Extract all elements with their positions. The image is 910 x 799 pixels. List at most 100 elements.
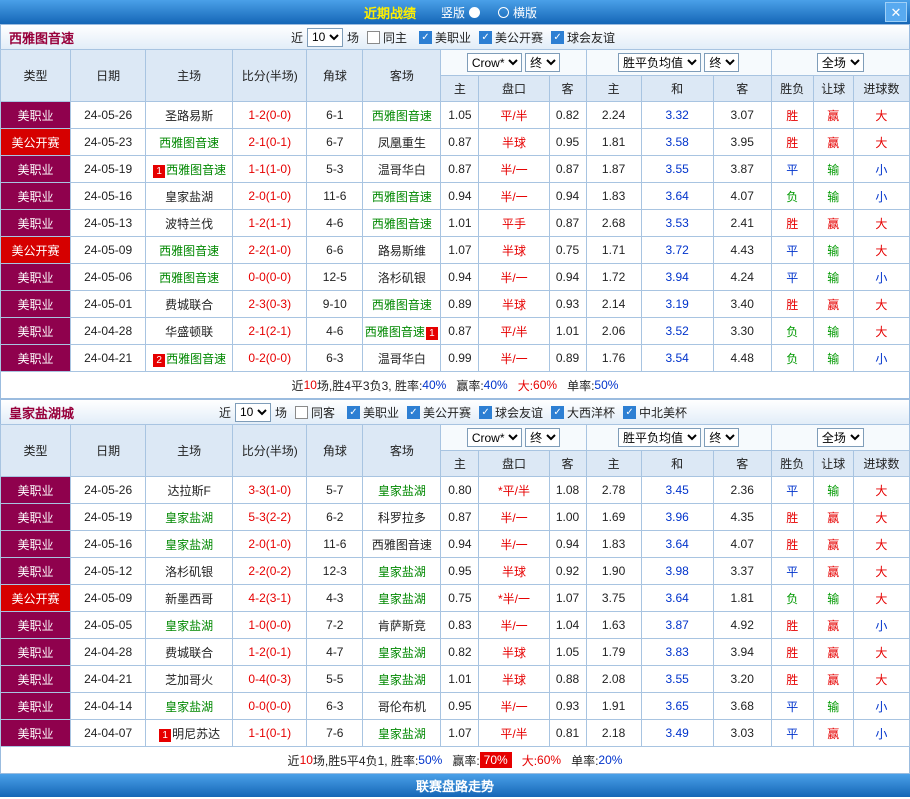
score-link[interactable]: 0-0(0-0)	[232, 692, 308, 720]
team-name-link[interactable]: 西雅图音速	[365, 325, 425, 339]
team-name-link[interactable]: 皇家盐湖	[165, 619, 213, 633]
league-filter-checkbox[interactable]: ✓ 美职业	[346, 404, 399, 421]
odds-company-select[interactable]: Crow*	[466, 53, 522, 72]
col-header-score: 比分(半场)	[232, 49, 308, 102]
team-name-link[interactable]: 皇家盐湖	[165, 538, 213, 552]
score-link[interactable]: 1-2(1-1)	[232, 209, 308, 237]
score-link[interactable]: 1-2(0-0)	[232, 101, 308, 129]
euro-odds-time-select[interactable]: 终	[704, 428, 740, 447]
score-link[interactable]: 1-0(0-0)	[232, 611, 308, 639]
team-name-link[interactable]: 洛杉矶银	[378, 271, 426, 285]
team-name-link[interactable]: 西雅图音速	[159, 244, 219, 258]
team-name-link[interactable]: 达拉斯F	[168, 484, 211, 498]
layout-vertical-radio[interactable]: 竖版	[441, 4, 480, 21]
team-name-link[interactable]: 西雅图音速	[166, 163, 226, 177]
team-name-link[interactable]: 西雅图音速	[159, 271, 219, 285]
team-name-link[interactable]: 洛杉矶银	[165, 565, 213, 579]
close-button[interactable]: ✕	[885, 2, 907, 22]
team-name-link[interactable]: 费城联合	[165, 298, 213, 312]
result-cell: 负	[770, 317, 814, 345]
same-venue-checkbox[interactable]: 同客	[294, 404, 335, 421]
team-name-link[interactable]: 肯萨斯竞	[378, 619, 426, 633]
odds-company-select[interactable]: Crow*	[466, 428, 522, 447]
team-name-link[interactable]: 新墨西哥	[165, 592, 213, 606]
team-name-link[interactable]: 皇家盐湖	[378, 646, 426, 660]
odds-time-select[interactable]: 终	[525, 53, 561, 72]
team-name-link[interactable]: 皇家盐湖	[165, 511, 213, 525]
team-name-link[interactable]: 凤凰重生	[378, 136, 426, 150]
euro-odds-type-select[interactable]: 胜平负均值	[617, 428, 701, 447]
team-name-link[interactable]: 皇家盐湖	[165, 700, 213, 714]
asia-home-odds-cell: 0.87	[440, 128, 480, 156]
recent-count-select[interactable]: 10	[234, 402, 271, 422]
team-name-link[interactable]: 温哥华白	[378, 163, 426, 177]
league-filter-checkbox[interactable]: ✓ 美公开赛	[407, 404, 471, 421]
team-name-link[interactable]: 皇家盐湖	[378, 484, 426, 498]
same-venue-checkbox[interactable]: 同主	[366, 29, 407, 46]
odds-time-select[interactable]: 终	[525, 428, 561, 447]
score-link[interactable]: 0-4(0-3)	[232, 665, 308, 693]
score-link[interactable]: 3-3(1-0)	[232, 476, 308, 504]
scope-select[interactable]: 全场	[816, 428, 864, 447]
team-name-link[interactable]: 皇家盐湖	[165, 190, 213, 204]
team-name-link[interactable]: 西雅图音速	[166, 352, 226, 366]
league-filter-checkbox[interactable]: ✓ 美公开赛	[479, 29, 543, 46]
team-name-link[interactable]: 哥伦布机	[378, 700, 426, 714]
recent-count-select[interactable]: 10	[306, 27, 343, 47]
team-name-link[interactable]: 明尼苏达	[172, 727, 220, 741]
euro-home-odds-cell: 1.72	[585, 263, 642, 291]
league-filter-checkbox[interactable]: ✓ 中北美杯	[623, 404, 687, 421]
score-link[interactable]: 2-2(1-0)	[232, 236, 308, 264]
score-link[interactable]: 2-1(0-1)	[232, 128, 308, 156]
euro-odds-time-select[interactable]: 终	[704, 53, 740, 72]
team-name-link[interactable]: 西雅图音速	[372, 217, 432, 231]
match-type-cell: 美公开赛	[0, 584, 72, 612]
league-filter-checkbox[interactable]: ✓ 球会友谊	[551, 29, 615, 46]
league-filter-checkbox[interactable]: ✓ 美职业	[419, 29, 471, 46]
euro-away-odds-cell: 4.48	[712, 344, 772, 372]
match-date-cell: 24-05-13	[70, 209, 147, 237]
layout-horizontal-radio[interactable]: 横版	[498, 4, 537, 21]
score-link[interactable]: 5-3(2-2)	[232, 503, 308, 531]
euro-home-odds-cell: 2.18	[585, 719, 642, 747]
asia-home-odds-cell: 0.83	[440, 611, 480, 639]
score-link[interactable]: 2-0(1-0)	[232, 530, 308, 558]
window-titlebar: 近期战绩 竖版 横版 ✕	[0, 0, 910, 24]
team-name-link[interactable]: 路易斯维	[378, 244, 426, 258]
score-link[interactable]: 1-2(0-1)	[232, 638, 308, 666]
league-filter-checkbox[interactable]: ✓ 球会友谊	[479, 404, 543, 421]
team-name-link[interactable]: 皇家盐湖	[378, 673, 426, 687]
team-name-link[interactable]: 西雅图音速	[372, 109, 432, 123]
team-name-link[interactable]: 西雅图音速	[372, 538, 432, 552]
score-link[interactable]: 2-2(0-2)	[232, 557, 308, 585]
league-filter-checkbox[interactable]: ✓ 大西洋杯	[551, 404, 615, 421]
asia-home-odds-cell: 1.01	[440, 665, 480, 693]
result-cell: 平	[770, 263, 814, 291]
team-name-link[interactable]: 皇家盐湖	[378, 592, 426, 606]
score-link[interactable]: 2-0(1-0)	[232, 182, 308, 210]
team-name-link[interactable]: 圣路易斯	[165, 109, 213, 123]
team-name-link[interactable]: 波特兰伐	[165, 217, 213, 231]
team-name-link[interactable]: 芝加哥火	[165, 673, 213, 687]
score-link[interactable]: 0-0(0-0)	[232, 263, 308, 291]
score-link[interactable]: 1-1(0-1)	[232, 719, 308, 747]
asia-home-odds-cell: 1.01	[440, 209, 480, 237]
scope-select[interactable]: 全场	[816, 53, 864, 72]
team-name-link[interactable]: 科罗拉多	[378, 511, 426, 525]
team-name-link[interactable]: 西雅图音速	[372, 190, 432, 204]
score-link[interactable]: 2-3(0-3)	[232, 290, 308, 318]
checkbox-checked-icon: ✓	[551, 405, 565, 419]
score-link[interactable]: 0-2(0-0)	[232, 344, 308, 372]
score-link[interactable]: 4-2(3-1)	[232, 584, 308, 612]
team-name-link[interactable]: 费城联合	[165, 646, 213, 660]
score-link[interactable]: 2-1(2-1)	[232, 317, 308, 345]
euro-odds-type-select[interactable]: 胜平负均值	[617, 53, 701, 72]
team-name-link[interactable]: 皇家盐湖	[378, 565, 426, 579]
team-name-link[interactable]: 华盛顿联	[165, 325, 213, 339]
win-rate-value: 50%	[418, 753, 443, 767]
score-link[interactable]: 1-1(1-0)	[232, 155, 308, 183]
team-name-link[interactable]: 西雅图音速	[372, 298, 432, 312]
team-name-link[interactable]: 西雅图音速	[159, 136, 219, 150]
team-name-link[interactable]: 皇家盐湖	[378, 727, 426, 741]
team-name-link[interactable]: 温哥华白	[378, 352, 426, 366]
